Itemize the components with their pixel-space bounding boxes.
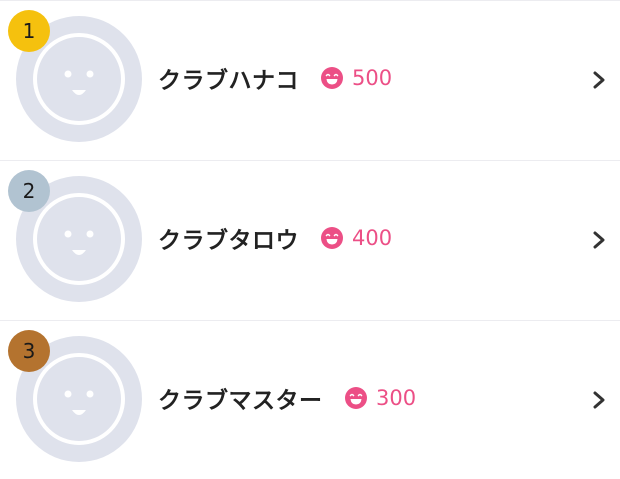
points-value: 500 <box>352 66 393 90</box>
chevron-right-icon[interactable] <box>589 389 609 411</box>
rank-badge: 1 <box>8 10 50 52</box>
smile-icon <box>320 66 344 90</box>
ranking-row-3[interactable]: 3 クラブマスター 300 <box>0 320 620 479</box>
rank-badge: 3 <box>8 330 50 372</box>
points: 500 <box>320 63 392 93</box>
smile-icon <box>344 386 368 410</box>
points-value: 400 <box>352 226 393 250</box>
ranking-row-1[interactable]: 1 クラブハナコ 500 <box>0 0 620 160</box>
rank-badge: 2 <box>8 170 50 212</box>
member-name: クラブタロウ <box>158 228 299 254</box>
smile-icon <box>320 226 344 250</box>
ranking-row-2[interactable]: 2 クラブタロウ 400 <box>0 160 620 320</box>
points-value: 300 <box>376 386 417 410</box>
chevron-right-icon[interactable] <box>589 69 609 91</box>
chevron-right-icon[interactable] <box>589 229 609 251</box>
ranking-list: 1 クラブハナコ 500 2 クラブタロウ 400 3 クラブマスター 300 <box>0 0 620 479</box>
member-name: クラブマスター <box>158 388 323 414</box>
points: 400 <box>320 223 392 253</box>
points: 300 <box>344 383 416 413</box>
member-name: クラブハナコ <box>158 68 299 94</box>
